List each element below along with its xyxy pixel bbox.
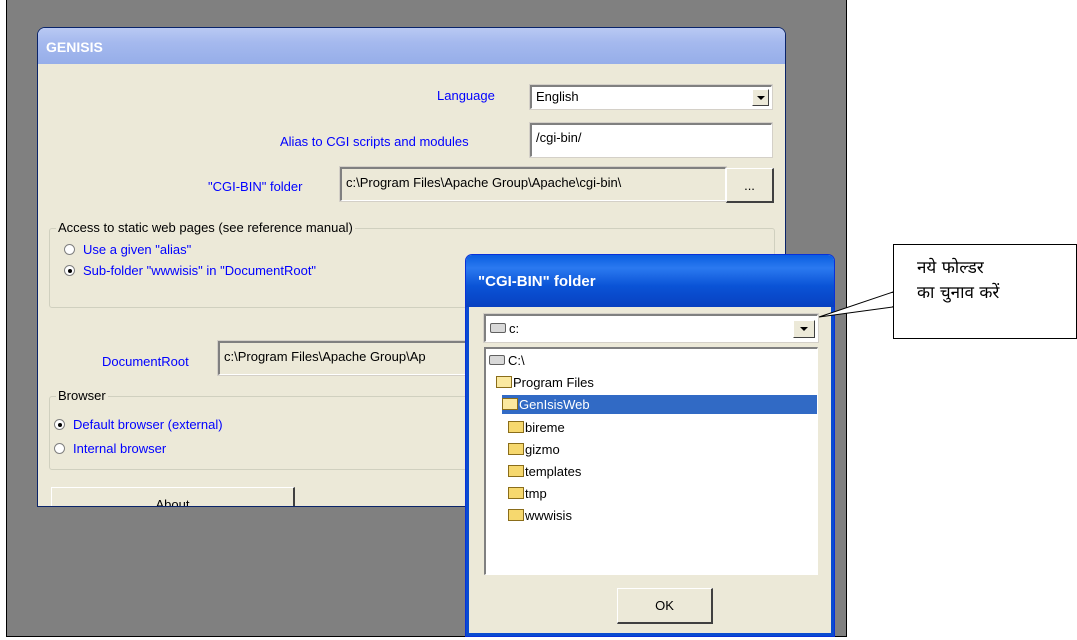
cgibin-folder-field[interactable]: c:\Program Files\Apache Group\Apache\cgi… xyxy=(339,166,727,202)
radio-subfolder-wwwisis-label: Sub-folder "wwwisis" in "DocumentRoot" xyxy=(83,263,317,278)
language-select[interactable]: English xyxy=(529,84,773,110)
tree-item-wwwisis[interactable]: wwwisis xyxy=(508,506,576,525)
about-button-label: About xyxy=(155,497,190,507)
tree-item-label: gizmo xyxy=(525,442,560,457)
browser-group: Browser Default browser (external) Inter… xyxy=(49,388,489,470)
tree-item-label: bireme xyxy=(525,420,565,435)
documentroot-value: c:\Program Files\Apache Group\Ap xyxy=(224,349,426,364)
tree-item-tmp[interactable]: tmp xyxy=(508,484,551,503)
tree-item-label: Program Files xyxy=(513,375,594,390)
radio-button-icon[interactable] xyxy=(64,244,75,255)
folder-tree[interactable]: C:\ Program Files GenIsisWeb bireme gizm… xyxy=(484,347,818,575)
documentroot-label: DocumentRoot xyxy=(102,354,189,369)
radio-subfolder-wwwisis[interactable]: Sub-folder "wwwisis" in "DocumentRoot" xyxy=(64,263,316,278)
drive-icon xyxy=(490,323,506,333)
static-pages-group-label: Access to static web pages (see referenc… xyxy=(56,220,355,235)
radio-internal-browser-label: Internal browser xyxy=(73,441,167,456)
alias-input[interactable]: /cgi-bin/ xyxy=(529,122,773,158)
alias-value: /cgi-bin/ xyxy=(536,130,582,145)
callout-line-2: का चुनाव करें xyxy=(917,283,1000,303)
window-title-bar: GENISIS xyxy=(38,28,785,64)
window-title: GENISIS xyxy=(46,39,103,55)
folder-icon xyxy=(508,487,524,499)
folder-icon xyxy=(508,443,524,455)
tree-item-label: C:\ xyxy=(508,353,525,368)
ok-button[interactable]: OK xyxy=(617,588,713,624)
folder-icon xyxy=(508,465,524,477)
tree-item-bireme[interactable]: bireme xyxy=(508,418,569,437)
radio-default-browser[interactable]: Default browser (external) xyxy=(54,417,223,432)
radio-internal-browser[interactable]: Internal browser xyxy=(54,441,166,456)
folder-icon xyxy=(508,509,524,521)
radio-button-icon[interactable] xyxy=(54,443,65,454)
browse-cgibin-button[interactable]: ... xyxy=(726,168,774,203)
tree-item-genisisweb[interactable]: GenIsisWeb xyxy=(502,395,817,414)
drive-selected-value: c: xyxy=(509,321,520,336)
browser-group-label: Browser xyxy=(56,388,108,403)
cgibin-folder-value: c:\Program Files\Apache Group\Apache\cgi… xyxy=(346,175,622,190)
radio-button-icon[interactable] xyxy=(54,419,65,430)
drive-select[interactable]: c: xyxy=(483,313,819,343)
open-folder-icon xyxy=(502,398,518,410)
language-label: Language xyxy=(437,88,495,103)
tree-item-gizmo[interactable]: gizmo xyxy=(508,440,564,459)
cgibin-folder-dialog: "CGI-BIN" folder c: C:\ Program Files Ge… xyxy=(465,254,835,637)
language-dropdown-button[interactable] xyxy=(752,89,769,106)
ok-button-label: OK xyxy=(655,598,674,613)
open-folder-icon xyxy=(496,376,512,388)
dialog-title: "CGI-BIN" folder xyxy=(478,273,596,290)
radio-default-browser-label: Default browser (external) xyxy=(73,417,223,432)
folder-icon xyxy=(508,421,524,433)
chevron-down-icon xyxy=(800,327,808,331)
radio-button-icon[interactable] xyxy=(64,265,75,276)
radio-use-alias-label: Use a given "alias" xyxy=(83,242,192,257)
tree-item-label: wwwisis xyxy=(525,508,572,523)
callout-note: नये फोल्डर का चुनाव करें xyxy=(893,244,1077,339)
language-selected-value: English xyxy=(536,89,579,104)
drive-dropdown-button[interactable] xyxy=(793,320,815,338)
alias-label: Alias to CGI scripts and modules xyxy=(280,134,469,149)
tree-item-label: GenIsisWeb xyxy=(519,397,590,412)
cgibin-folder-label: "CGI-BIN" folder xyxy=(208,179,303,194)
tree-item-templates[interactable]: templates xyxy=(508,462,585,481)
callout-line-1: नये फोल्डर xyxy=(917,258,984,278)
tree-item-label: templates xyxy=(525,464,582,479)
tree-item-label: tmp xyxy=(525,486,547,501)
dialog-title-bar: "CGI-BIN" folder xyxy=(466,255,834,307)
drive-icon xyxy=(489,355,505,365)
tree-item-drive-c[interactable]: C:\ xyxy=(489,351,529,370)
chevron-down-icon xyxy=(757,96,765,100)
tree-item-program-files[interactable]: Program Files xyxy=(496,373,598,392)
about-button[interactable]: About xyxy=(51,487,295,507)
radio-use-alias[interactable]: Use a given "alias" xyxy=(64,242,191,257)
